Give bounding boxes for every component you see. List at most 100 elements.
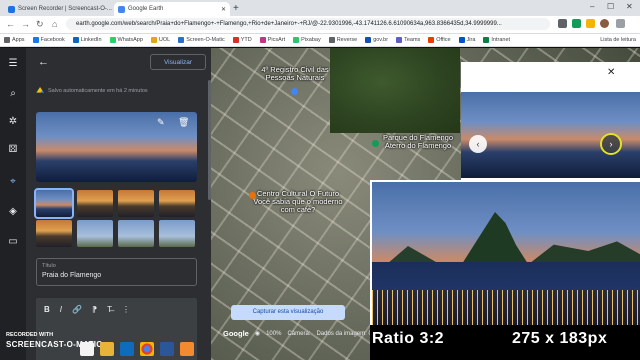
next-photo-button[interactable]: › <box>602 135 620 153</box>
pixel-size-caption: 275 x 183px <box>512 330 608 347</box>
back-arrow-icon[interactable]: ← <box>38 56 49 68</box>
close-window-icon[interactable]: ✕ <box>626 2 633 11</box>
bold-icon[interactable]: B <box>44 305 50 314</box>
bookmark-item[interactable]: Intranet <box>483 37 510 43</box>
picsart-icon <box>259 37 266 43</box>
reload-icon[interactable]: ↻ <box>36 19 44 30</box>
map-footer: Google ◉ 100% Câmera: Dados da imagem: 0… <box>223 329 394 338</box>
close-slideshow-icon[interactable]: ✕ <box>607 67 615 78</box>
photo-thumbnail[interactable] <box>34 188 74 219</box>
menu-icon[interactable]: ☰ <box>7 58 19 70</box>
bookmark-item[interactable]: PicsArt <box>259 37 285 43</box>
jira-icon <box>458 37 465 43</box>
pixabay-icon <box>293 37 300 43</box>
forward-icon[interactable]: → <box>21 19 30 29</box>
linkedin-icon <box>72 37 79 43</box>
screencast-favicon-icon <box>8 5 15 13</box>
clear-format-icon[interactable]: T̶ <box>107 305 112 314</box>
link-icon[interactable]: 🔗 <box>72 305 82 314</box>
bookmark-item[interactable]: gov.br <box>365 37 388 43</box>
bookmark-item[interactable]: Screen-O-Matic <box>178 37 225 43</box>
address-bar[interactable]: earth.google.com/web/search/Praia+do+Fla… <box>66 18 550 30</box>
new-tab-button[interactable]: + <box>233 3 239 14</box>
bookmark-item[interactable]: Teams <box>396 37 420 43</box>
google-drive-icon <box>36 87 44 93</box>
paragraph-icon[interactable]: ⁋ <box>92 305 97 314</box>
title-field-value[interactable]: Praia do Flamengo <box>42 272 101 279</box>
search-icon[interactable]: ⌕ <box>7 88 19 100</box>
capture-view-button[interactable]: Capturar esta visualização <box>231 305 345 320</box>
bookmark-item[interactable]: LinkedIn <box>72 37 102 43</box>
extension-icon[interactable] <box>572 19 581 28</box>
bookmarks-bar: Apps Facebook LinkedIn WhatsApp UOL Scre… <box>0 34 640 47</box>
bookmark-item[interactable]: Facebook <box>32 37 65 43</box>
photo-thumbnail[interactable] <box>77 190 113 217</box>
park-vegetation <box>330 48 460 133</box>
windows-start-icon[interactable] <box>80 342 94 356</box>
chrome-icon[interactable] <box>140 342 154 356</box>
menu-kebab-icon[interactable] <box>616 19 625 28</box>
bookmark-item[interactable]: Jira <box>458 37 475 43</box>
reading-list[interactable]: Lista de leitura <box>600 37 636 43</box>
projects-icon[interactable]: ⌖ <box>7 176 19 188</box>
map-label-park[interactable]: Parque do Flamengo Aterro do Flamengo <box>378 134 458 150</box>
trash-icon[interactable]: 🗑 <box>178 117 189 128</box>
photo-thumbnail[interactable] <box>77 220 113 247</box>
tab-label: Screen Recorder | Screencast-O-... <box>18 6 112 12</box>
bookmark-item[interactable]: WhatsApp <box>109 37 143 43</box>
star-icon[interactable] <box>586 19 595 28</box>
selected-photo <box>36 112 197 182</box>
screencast-icon <box>178 37 185 43</box>
bookmark-item[interactable]: Office <box>428 37 451 43</box>
tab-screen-recorder[interactable]: Screen Recorder | Screencast-O-... ✕ <box>4 2 112 16</box>
photo-thumbnail[interactable] <box>159 220 195 247</box>
office-icon <box>428 37 435 43</box>
photo-thumbnail[interactable] <box>118 220 154 247</box>
edit-pencil-icon[interactable]: ✎ <box>157 117 165 128</box>
bookmark-item[interactable]: Apps <box>4 37 25 43</box>
outlook-icon[interactable] <box>120 342 134 356</box>
map-label-culture-center[interactable]: Centro Cultural O Futuro Você sabia que … <box>248 190 348 214</box>
park-pin-icon[interactable] <box>372 140 379 147</box>
bookmark-item[interactable]: YTD <box>232 37 252 43</box>
screencast-app-icon[interactable] <box>180 342 194 356</box>
tab-google-earth[interactable]: Google Earth ✕ <box>114 2 230 16</box>
photo-thumbnail[interactable] <box>159 190 195 217</box>
dice-icon[interactable]: ⚄ <box>7 144 19 156</box>
taskbar <box>80 342 194 356</box>
govbr-icon <box>365 37 372 43</box>
bookmark-item[interactable]: UOL <box>150 37 170 43</box>
globe-icon[interactable]: ◉ <box>255 330 260 337</box>
aspect-ratio-caption: Ratio 3:2 <box>372 330 445 347</box>
autosave-text: Salvo automaticamente em há 2 minutos <box>48 87 148 94</box>
previous-photo-button[interactable]: ‹ <box>469 135 487 153</box>
bookmark-item[interactable]: Reverse <box>328 37 357 43</box>
measure-icon[interactable]: ▭ <box>7 236 19 248</box>
word-icon[interactable] <box>160 342 174 356</box>
title-field-label: Título <box>42 263 56 269</box>
maximize-icon[interactable]: ☐ <box>607 2 614 11</box>
whatsapp-icon <box>109 37 116 43</box>
back-icon[interactable]: ← <box>6 19 15 29</box>
extension-icon[interactable] <box>558 19 567 28</box>
home-icon[interactable]: ⌂ <box>52 19 57 29</box>
facebook-icon <box>32 37 39 43</box>
tab-label: Google Earth <box>128 6 164 12</box>
map-pin-icon[interactable] <box>291 88 298 95</box>
visualize-button[interactable]: Visualizar <box>150 54 206 70</box>
minimize-icon[interactable]: – <box>590 2 594 11</box>
google-earth-favicon-icon <box>118 5 125 13</box>
profile-avatar[interactable] <box>600 19 609 28</box>
close-tab-icon[interactable]: ✕ <box>221 6 226 13</box>
more-options-icon[interactable]: ⋮ <box>122 305 130 314</box>
map-label-registry[interactable]: 4º Registro Civil das Pessoas Naturais <box>255 66 335 82</box>
map-style-icon[interactable]: ◈ <box>7 206 19 218</box>
italic-icon[interactable]: I <box>60 305 62 314</box>
bookmark-item[interactable]: Pixabay <box>293 37 321 43</box>
map-pin-icon[interactable] <box>249 192 256 199</box>
voyager-icon[interactable]: ✲ <box>7 116 19 128</box>
photo-thumbnail[interactable] <box>118 190 154 217</box>
file-explorer-icon[interactable] <box>100 342 114 356</box>
uol-icon <box>150 37 157 43</box>
photo-thumbnail[interactable] <box>36 220 72 247</box>
